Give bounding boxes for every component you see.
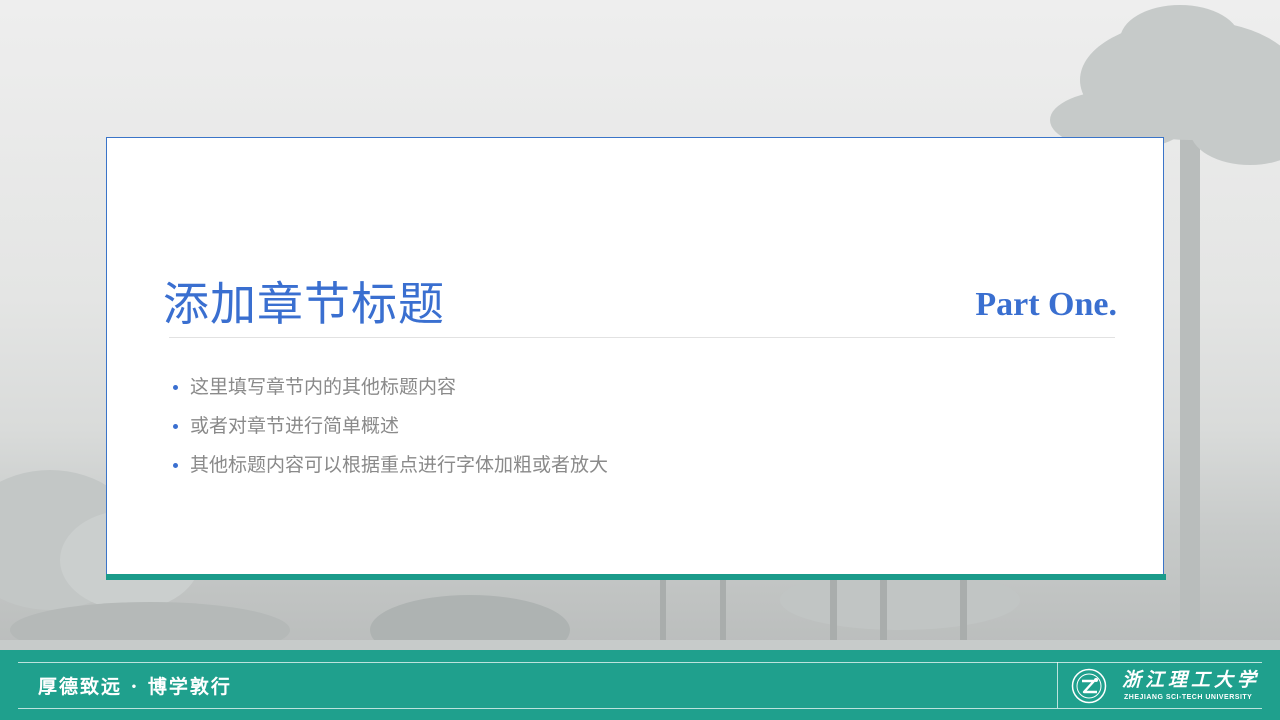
bullet-item: 这里填写章节内的其他标题内容 bbox=[173, 374, 608, 413]
university-name-cn: 浙江理工大学 bbox=[1122, 669, 1261, 691]
title-divider bbox=[169, 337, 1115, 338]
footer-bottom-rule bbox=[18, 708, 1262, 709]
section-title: 添加章节标题 bbox=[163, 277, 445, 331]
part-label: Part One. bbox=[975, 286, 1117, 323]
bullet-item: 或者对章节进行简单概述 bbox=[173, 413, 608, 452]
footer-top-rule bbox=[18, 662, 1262, 663]
bullet-text: 或者对章节进行简单概述 bbox=[190, 415, 400, 437]
footer-band: 厚德致远 · 博学敦行 浙江理工大学 ZHEJIANG SCI-TECH UNI… bbox=[0, 650, 1280, 720]
bullet-list: 这里填写章节内的其他标题内容 或者对章节进行简单概述 其他标题内容可以根据重点进… bbox=[173, 374, 608, 491]
card-bottom-accent-bar bbox=[106, 574, 1166, 580]
bullet-dot-icon bbox=[173, 463, 178, 468]
university-motto: 厚德致远 · 博学敦行 bbox=[38, 676, 232, 698]
bullet-dot-icon bbox=[173, 385, 178, 390]
bullet-dot-icon bbox=[173, 424, 178, 429]
footer-separator bbox=[1057, 662, 1058, 708]
bullet-text: 这里填写章节内的其他标题内容 bbox=[190, 376, 457, 398]
bullet-item: 其他标题内容可以根据重点进行字体加粗或者放大 bbox=[173, 452, 608, 491]
university-name-en: ZHEJIANG SCI-TECH UNIVERSITY bbox=[1124, 694, 1253, 701]
section-title-card: 添加章节标题 Part One. 这里填写章节内的其他标题内容 或者对章节进行简… bbox=[106, 137, 1164, 574]
university-emblem-icon bbox=[1071, 668, 1107, 704]
bullet-text: 其他标题内容可以根据重点进行字体加粗或者放大 bbox=[190, 454, 609, 476]
